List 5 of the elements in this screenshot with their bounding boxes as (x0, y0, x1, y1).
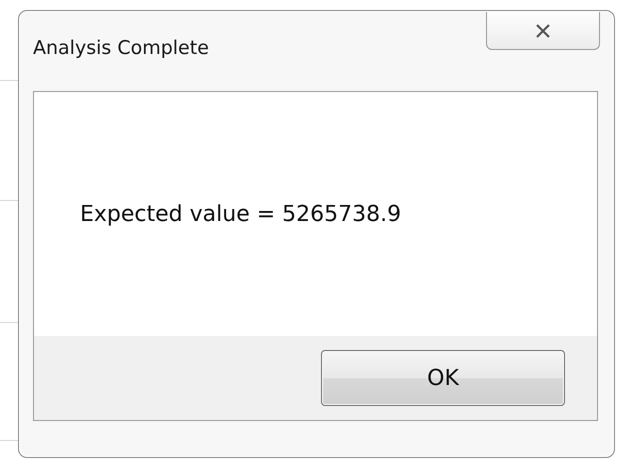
window-title: Analysis Complete (33, 37, 209, 59)
message-text: Expected value = 5265738.9 (80, 202, 402, 226)
close-button[interactable] (486, 12, 600, 50)
close-icon (535, 22, 551, 38)
ok-button[interactable]: OK (321, 350, 565, 406)
